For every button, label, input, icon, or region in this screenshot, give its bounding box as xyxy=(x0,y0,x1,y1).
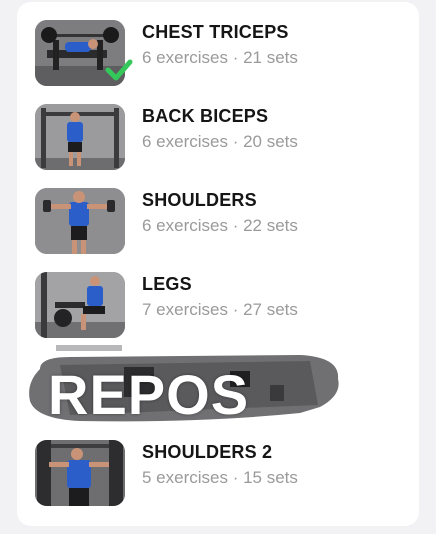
rest-day-label: REPOS xyxy=(48,363,250,426)
workout-title: SHOULDERS xyxy=(142,190,257,210)
leg-machine-photo xyxy=(35,272,125,338)
workout-item-back-biceps[interactable]: BACK BICEPS 6 exercises · 20 sets xyxy=(17,104,419,188)
workout-title: BACK BICEPS xyxy=(142,106,269,126)
workout-item-legs[interactable]: LEGS 7 exercises · 27 sets xyxy=(17,272,419,356)
workout-meta: 5 exercises · 15 sets xyxy=(142,468,298,487)
workout-meta: 7 exercises · 27 sets xyxy=(142,300,298,319)
workout-item-shoulders[interactable]: SHOULDERS 6 exercises · 22 sets xyxy=(17,188,419,272)
dumbbell-press-photo xyxy=(35,188,125,254)
workout-meta: 6 exercises · 21 sets xyxy=(142,48,298,67)
workout-item-chest-triceps[interactable]: CHEST TRICEPS 6 exercises · 21 sets xyxy=(17,20,419,104)
workout-title: CHEST TRICEPS xyxy=(142,22,289,42)
checkmark-icon xyxy=(105,59,133,81)
workout-title: SHOULDERS 2 xyxy=(142,442,273,462)
workout-meta: 6 exercises · 20 sets xyxy=(142,132,298,151)
workout-title: LEGS xyxy=(142,274,192,294)
workout-meta: 6 exercises · 22 sets xyxy=(142,216,298,235)
workout-list-card: CHEST TRICEPS 6 exercises · 21 sets BACK… xyxy=(17,2,419,526)
cable-machine-photo xyxy=(35,440,125,506)
workout-item-shoulders-2[interactable]: SHOULDERS 2 5 exercises · 15 sets xyxy=(17,440,419,524)
pull-up-photo xyxy=(35,104,125,170)
